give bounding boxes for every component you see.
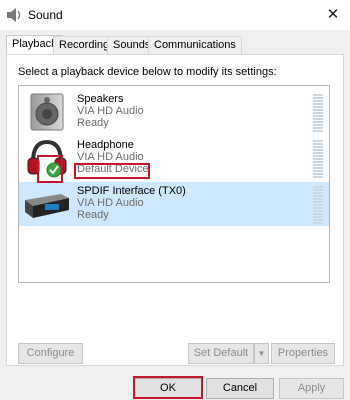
sound-app-icon xyxy=(7,8,21,22)
dialog-button-bar: OK Cancel Apply xyxy=(0,368,350,400)
highlight-default-check xyxy=(37,155,63,183)
device-name: SPDIF Interface (TX0) xyxy=(77,185,186,197)
device-driver: VIA HD Audio xyxy=(77,151,144,163)
set-default-button[interactable]: Set Default xyxy=(188,343,254,364)
apply-button[interactable]: Apply xyxy=(279,378,344,399)
device-status: Ready xyxy=(77,117,109,129)
close-button[interactable]: ✕ xyxy=(316,0,350,30)
highlight-default-device xyxy=(74,163,150,179)
configure-button[interactable]: Configure xyxy=(18,343,83,364)
speaker-icon xyxy=(30,93,64,131)
volume-meter xyxy=(313,140,323,178)
device-name: Speakers xyxy=(77,93,124,105)
playback-panel: Select a playback device below to modify… xyxy=(6,54,344,366)
device-list[interactable]: Speakers VIA HD Audio Ready Headphone VI… xyxy=(18,85,330,283)
volume-meter xyxy=(313,186,323,224)
title-bar: Sound ✕ xyxy=(0,0,350,30)
tab-communications[interactable]: Communications xyxy=(148,36,242,54)
device-driver: VIA HD Audio xyxy=(77,105,144,117)
volume-meter xyxy=(313,94,323,132)
device-name: Headphone xyxy=(77,139,134,151)
highlight-ok-button xyxy=(133,376,203,399)
set-default-dropdown-arrow[interactable]: ▼ xyxy=(254,343,269,364)
tab-recording[interactable]: Recording xyxy=(53,36,116,54)
cancel-button[interactable]: Cancel xyxy=(206,378,274,399)
device-driver: VIA HD Audio xyxy=(77,197,144,209)
device-item-speakers[interactable]: Speakers VIA HD Audio Ready xyxy=(19,90,329,134)
device-item-spdif[interactable]: SPDIF Interface (TX0) VIA HD Audio Ready xyxy=(19,182,329,226)
device-item-headphone[interactable]: Headphone VIA HD Audio Default Device xyxy=(19,136,329,180)
properties-button[interactable]: Properties xyxy=(271,343,335,364)
set-default-split-button: Set Default ▼ xyxy=(188,343,269,364)
instruction-text: Select a playback device below to modify… xyxy=(18,66,277,78)
window-title: Sound xyxy=(28,8,63,22)
device-status: Ready xyxy=(77,209,109,221)
spdif-icon xyxy=(25,194,69,218)
